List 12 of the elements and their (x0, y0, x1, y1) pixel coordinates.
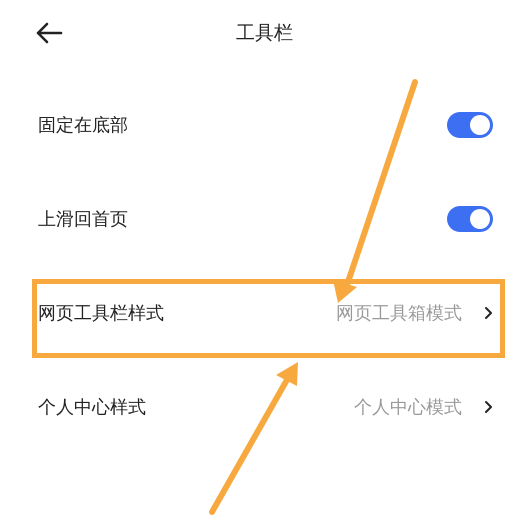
chevron-right-icon (484, 306, 493, 320)
setting-label: 网页工具栏样式 (38, 302, 165, 325)
chevron-right-icon (484, 400, 493, 414)
setting-label: 个人中心样式 (38, 396, 147, 419)
toggle-switch[interactable] (447, 206, 493, 232)
toggle-switch[interactable] (447, 112, 493, 138)
setting-value[interactable]: 个人中心模式 (354, 395, 462, 419)
setting-value[interactable]: 网页工具箱模式 (336, 301, 462, 325)
setting-label: 固定在底部 (38, 114, 129, 137)
page-title: 工具栏 (236, 21, 293, 46)
back-arrow-icon[interactable] (35, 22, 63, 44)
setting-label: 上滑回首页 (38, 208, 129, 231)
